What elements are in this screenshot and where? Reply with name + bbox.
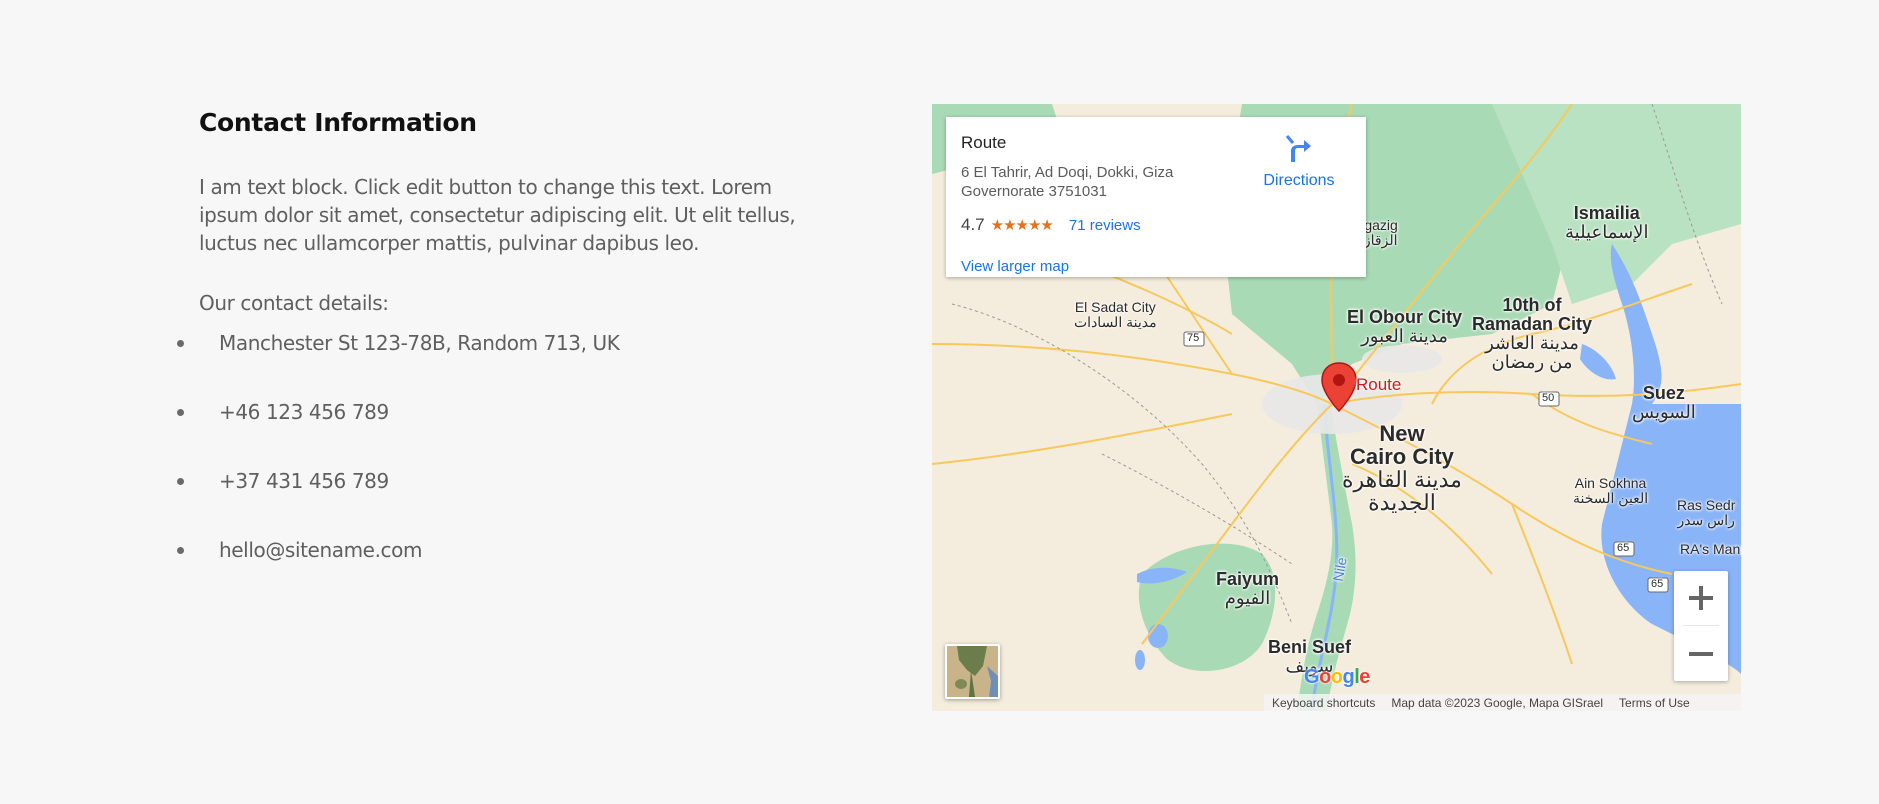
road-50-label: 50 bbox=[1542, 392, 1555, 404]
place-rating: 4.7 ★★★★★ 71 reviews bbox=[961, 215, 1141, 235]
contact-heading: Contact Information bbox=[199, 108, 477, 137]
zoom-controls bbox=[1674, 571, 1728, 681]
map-label-obour-city: El Obour City مدينة العبور bbox=[1347, 307, 1463, 346]
rating-value: 4.7 bbox=[961, 215, 985, 234]
place-address: 6 El Tahrir, Ad Doqi, Dokki, Giza Govern… bbox=[961, 164, 1174, 200]
map-label-sadat-city: El Sadat City مدينة السادات bbox=[1074, 299, 1157, 330]
contact-phone-1: +46 123 456 789 bbox=[219, 400, 389, 424]
map-label-ismailia: Ismailia الإسماعيلية bbox=[1565, 203, 1649, 242]
rating-stars-icon: ★★★★★ bbox=[990, 217, 1054, 234]
page: Contact Information I am text block. Cli… bbox=[0, 0, 1879, 804]
map-label-10th-of-ramadan: 10th of Ramadan City مدينة العاشر من رمض… bbox=[1472, 295, 1593, 372]
directions-label: Directions bbox=[1263, 172, 1335, 189]
map-attribution-bar: Keyboard shortcuts Map data ©2023 Google… bbox=[1264, 694, 1741, 711]
embedded-map[interactable]: 75 50 65 65 Ismailia الإسماعيلية Zagazig… bbox=[932, 104, 1741, 711]
contact-section: Contact Information I am text block. Cli… bbox=[177, 108, 799, 605]
road-65-label: 65 bbox=[1617, 542, 1630, 554]
map-label-ras-mana: RA's Mana bbox=[1680, 541, 1741, 557]
google-logo: Google bbox=[1304, 666, 1370, 688]
map-label-faiyum: Faiyum الفيوم bbox=[1216, 569, 1280, 608]
view-larger-map-link[interactable]: View larger map bbox=[961, 258, 1069, 275]
reviews-link[interactable]: 71 reviews bbox=[1069, 217, 1141, 234]
contact-phone-item: +37 431 456 789 bbox=[177, 467, 799, 536]
contact-details-label: Our contact details: bbox=[199, 291, 389, 315]
contact-email-item: hello@sitename.com bbox=[177, 536, 799, 605]
contact-email: hello@sitename.com bbox=[219, 538, 423, 562]
zoom-divider bbox=[1683, 625, 1719, 626]
bullet-icon bbox=[177, 340, 184, 347]
keyboard-shortcuts-link[interactable]: Keyboard shortcuts bbox=[1264, 696, 1383, 710]
terms-of-use-link[interactable]: Terms of Use bbox=[1611, 696, 1698, 710]
road-65-label: 65 bbox=[1651, 578, 1664, 590]
directions-icon bbox=[1285, 135, 1311, 162]
pin-label: Route bbox=[1356, 375, 1402, 394]
map-label-ain-sokhna: Ain Sokhna العين السخنة bbox=[1573, 475, 1649, 506]
place-title: Route bbox=[961, 133, 1007, 152]
satellite-thumbnail-icon bbox=[947, 646, 998, 697]
map-label-new-cairo-city: New Cairo City مدينة القاهرة الجديدة bbox=[1342, 421, 1462, 516]
place-info-card: Route 6 El Tahrir, Ad Doqi, Dokki, Giza … bbox=[946, 117, 1366, 277]
contact-address: Manchester St 123-78B, Random 713, UK bbox=[219, 331, 620, 355]
location-pin-icon[interactable] bbox=[1319, 361, 1359, 413]
contact-phone-2: +37 431 456 789 bbox=[219, 469, 389, 493]
minus-icon bbox=[1689, 642, 1713, 666]
directions-button[interactable]: Directions bbox=[1244, 135, 1354, 190]
plus-icon bbox=[1689, 586, 1713, 610]
contact-body-text: I am text block. Click edit button to ch… bbox=[199, 175, 796, 255]
map-data-credit: Map data ©2023 Google, Mapa GISrael bbox=[1391, 695, 1604, 710]
zoom-out-button[interactable] bbox=[1674, 627, 1728, 681]
contact-address-item: Manchester St 123-78B, Random 713, UK bbox=[177, 329, 799, 398]
contact-details-list: Manchester St 123-78B, Random 713, UK +4… bbox=[177, 329, 799, 605]
map-label-suez: Suez السويس bbox=[1632, 383, 1696, 422]
map-label-ras-sedr: Ras Sedr راس سدر bbox=[1677, 497, 1736, 528]
bullet-icon bbox=[177, 478, 184, 485]
road-75-label: 75 bbox=[1187, 332, 1200, 344]
bullet-icon bbox=[177, 547, 184, 554]
satellite-view-toggle[interactable] bbox=[945, 644, 1000, 699]
bullet-icon bbox=[177, 409, 184, 416]
zoom-in-button[interactable] bbox=[1674, 571, 1728, 625]
contact-phone-item: +46 123 456 789 bbox=[177, 398, 799, 467]
